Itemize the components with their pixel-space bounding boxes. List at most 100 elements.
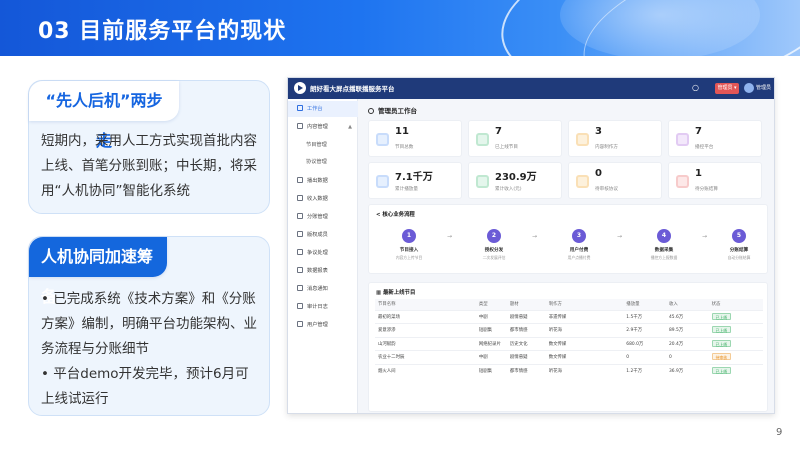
sidebar-item-audit[interactable]: 审计日志	[288, 299, 358, 315]
stat-card: 3 内容制作方	[568, 120, 662, 157]
table-cell: 听花海	[545, 323, 624, 337]
sidebar-item-reports[interactable]: 数据报表	[288, 263, 358, 279]
sidebar-item-users[interactable]: 用户管理	[288, 317, 358, 333]
data-icon	[297, 177, 303, 183]
table-cell: 数文传媒	[545, 336, 624, 351]
page-number: 9	[776, 427, 783, 438]
play-logo-icon	[294, 82, 306, 94]
table-cell: 爱意渗渗	[375, 323, 476, 337]
stat-label: 待审核协议	[595, 187, 618, 192]
step-number: 2	[487, 229, 501, 243]
step-title: 节目接入	[399, 248, 419, 253]
sidebar-item-label: 收入数据	[307, 196, 328, 202]
table-row[interactable]: 最初的菜场 中剧 剧情悬疑 非遗传媒 1.5千万 45.6万 已上线	[375, 309, 763, 324]
slide: 03 目前服务平台的现状 “先人后机”两步走 短期内，采用人工方式实现首批内容上…	[0, 0, 800, 450]
sidebar-item-label: 用户管理	[307, 322, 328, 328]
table-cell: 都市情感	[506, 363, 546, 378]
sidebar-item-programs[interactable]: 节目管理	[288, 137, 358, 153]
table-cell: 历史文化	[506, 336, 546, 351]
table-cell: 中剧	[475, 309, 507, 324]
table-title-text: 最新上线节目	[382, 290, 416, 296]
flow-step: 2 授权分发 二次发展评估	[464, 229, 524, 261]
stat-card: 1 待分账结算	[668, 162, 762, 199]
role-switch-button[interactable]: 管理员 ▾	[715, 83, 739, 94]
stat-label: 内容制作方	[595, 145, 618, 150]
sidebar-item-members[interactable]: 版权成员	[288, 227, 358, 243]
table-cell: 剧情悬疑	[506, 350, 546, 364]
table-cell: 非遗传媒	[545, 309, 624, 324]
table-cell: 1.5千万	[623, 309, 666, 324]
table-cell: 数文传媒	[545, 350, 624, 364]
table-cell: 烟火人间	[375, 363, 476, 378]
stat-value: 7	[695, 126, 702, 137]
sidebar-item-label: 数据报表	[307, 268, 328, 274]
sidebar-item-workbench[interactable]: 工作台	[288, 101, 358, 117]
table-cell: 农业十二时辰	[375, 350, 476, 364]
sidebar-item-split[interactable]: 分账管理	[288, 209, 358, 225]
flow-step: 4 数据采集 播控方上报数据	[634, 229, 694, 261]
table-cell: 2.9千万	[623, 323, 666, 337]
sidebar-item-label: 版权成员	[307, 232, 328, 238]
table-header-cell: 状态	[708, 299, 763, 310]
table-cell: 0	[623, 350, 666, 364]
stat-label: 播控平台	[695, 145, 714, 150]
table-header-cell: 收入	[665, 299, 709, 310]
bell-icon[interactable]: ○	[692, 83, 702, 93]
table-cell: 待审核	[708, 350, 763, 364]
stat-icon	[576, 133, 589, 146]
table-cell: 0	[665, 350, 709, 364]
arrow-right-icon: →	[617, 233, 623, 240]
stat-card: 0 待审核协议	[568, 162, 662, 199]
sidebar-item-messages[interactable]: 消息通知	[288, 281, 358, 297]
stat-label: 已上线节目	[495, 145, 518, 150]
stat-value: 0	[595, 168, 602, 179]
table-row[interactable]: 爱意渗渗 短剧集 都市情感 听花海 2.9千万 89.5万 已上线	[375, 323, 763, 337]
sidebar-item-agreements[interactable]: 协议管理	[288, 154, 358, 170]
step-title: 用户付费	[569, 248, 589, 253]
dispute-icon	[297, 249, 303, 255]
table-cell: 已上线	[708, 309, 763, 324]
sidebar-item-label: 分账管理	[307, 214, 328, 220]
avatar[interactable]	[744, 83, 754, 93]
stat-label: 累计播放量	[395, 187, 418, 192]
progress-card-title: 人机协同加速筹备	[29, 237, 167, 306]
step-title: 分账结算	[729, 248, 749, 253]
sidebar-item-label: 工作台	[307, 106, 323, 112]
table-cell: 1.2千万	[623, 363, 666, 378]
table-row[interactable]: 农业十二时辰 中剧 剧情悬疑 数文传媒 0 0 待审核	[375, 350, 763, 364]
sidebar-item-income[interactable]: 收入数据	[288, 191, 358, 207]
table-cell: 剧情悬疑	[506, 309, 546, 324]
stat-value: 7.1千万	[395, 172, 433, 183]
app-title: 朗好看大屏点播联播服务平台	[310, 85, 395, 93]
sidebar-item-label: 协议管理	[306, 159, 327, 165]
sidebar-item-broadcast-data[interactable]: 播出数据	[288, 173, 358, 189]
table-title: ▦ 最新上线节目	[376, 290, 416, 296]
progress-bullet: • 已完成系统《技术方案》和《分账方案》编制，明确平台功能架构、业务流程与分账细…	[41, 291, 257, 357]
stat-icon	[376, 133, 389, 146]
page-title: 管理员工作台	[368, 105, 417, 115]
sidebar-item-disputes[interactable]: 争议处理	[288, 245, 358, 261]
flow-title-text: 核心业务流程	[382, 212, 415, 218]
table-cell: 最初的菜场	[375, 309, 476, 324]
table-row[interactable]: 山河赋韵 网络纪录片 历史文化 数文传媒 680.0万 20.4万 已上线	[375, 336, 763, 351]
stat-label: 节目总数	[395, 145, 414, 150]
step-number: 3	[572, 229, 586, 243]
home-icon	[297, 105, 303, 111]
sidebar-item-label: 争议处理	[307, 250, 328, 256]
stat-card: 7 已上线节目	[468, 120, 562, 157]
username[interactable]: 管理员	[756, 84, 771, 91]
stat-label: 累计收入(元)	[495, 187, 522, 192]
table-header-cell: 题材	[506, 299, 546, 310]
step-desc: 二次发展评估	[482, 255, 506, 260]
strategy-card: “先人后机”两步走 短期内，采用人工方式实现首批内容上线、首笔分账到账；中长期，…	[28, 80, 270, 214]
table-cell: 网络纪录片	[475, 336, 507, 351]
step-desc: 播控方上报数据	[650, 255, 678, 260]
stat-icon	[576, 175, 589, 188]
split-icon	[297, 213, 303, 219]
sidebar-item-label: 播出数据	[307, 178, 328, 184]
table-row[interactable]: 烟火人间 短剧集 都市情感 听花海 1.2千万 36.9万 已上线	[375, 363, 763, 378]
stat-value: 1	[695, 168, 702, 179]
sidebar-item-content[interactable]: 内容管理 ▲	[288, 119, 358, 135]
message-icon	[297, 285, 303, 291]
title-banner: 03 目前服务平台的现状	[0, 0, 800, 56]
